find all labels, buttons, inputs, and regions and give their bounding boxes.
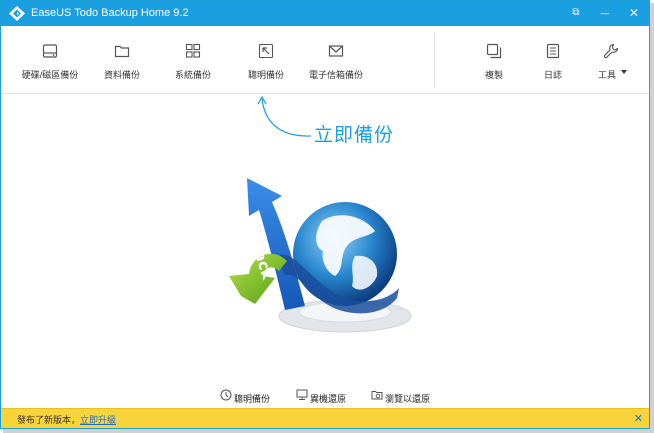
hard-drive-icon	[42, 44, 58, 58]
notification-close-icon[interactable]: ✕	[634, 412, 643, 425]
window-title: EaseUS Todo Backup Home 9.2	[31, 7, 189, 19]
clone-label: 複製	[484, 70, 503, 80]
app-logo-icon	[9, 6, 25, 21]
system-backup-label: 系統備份	[174, 70, 211, 80]
email-backup-label: 電子信箱備份	[308, 70, 363, 80]
file-backup-button[interactable]: 資料備份	[99, 26, 145, 94]
backup-globe-illustration: Back	[229, 178, 412, 333]
restore-machine-icon	[296, 389, 308, 400]
toolbar-divider	[434, 32, 435, 88]
clone-button[interactable]: 複製	[479, 26, 509, 94]
system-backup-button[interactable]: 系統備份	[169, 26, 217, 94]
hint-curved-arrow-icon	[257, 95, 312, 137]
disk-partition-backup-button[interactable]: 硬碟/磁區備份	[19, 26, 81, 94]
update-message: 發布了新版本，立即升級	[17, 413, 116, 426]
update-message-text: 發布了新版本，	[17, 415, 81, 425]
log-icon	[546, 43, 560, 59]
chevron-down-icon	[621, 70, 627, 74]
clone-icon	[486, 43, 502, 59]
folder-icon	[114, 45, 130, 58]
windows-grid-icon	[185, 43, 201, 58]
file-backup-label: 資料備份	[103, 70, 140, 80]
browse-to-restore-link-label: 瀏覽以還原	[385, 394, 431, 404]
envelope-icon	[328, 45, 344, 57]
tools-label: 工具	[597, 70, 616, 80]
upgrade-now-link[interactable]: 立即升級	[80, 415, 116, 425]
email-backup-button[interactable]: 電子信箱備份	[307, 26, 365, 94]
smart-backup-button[interactable]: 聰明備份	[243, 26, 289, 94]
browse-to-restore-link[interactable]: 瀏覽以還原	[371, 389, 435, 405]
smart-arrow-icon	[258, 43, 274, 59]
browse-restore-icon	[371, 391, 383, 400]
update-notification-bar: 發布了新版本，立即升級 ✕	[1, 408, 649, 428]
smart-backup-icon	[220, 389, 232, 401]
close-icon[interactable]: ✕	[626, 5, 642, 21]
wrench-icon	[603, 43, 619, 59]
smart-backup-label: 聰明備份	[247, 70, 284, 80]
log-button[interactable]: 日誌	[538, 26, 568, 94]
disk-partition-backup-label: 硬碟/磁區備份	[21, 70, 79, 80]
minimize-icon[interactable]: —	[597, 5, 613, 21]
universal-restore-link[interactable]: 異機還原	[296, 389, 352, 405]
title-bar[interactable]: EaseUS Todo Backup Home 9.2 ⧉ — ✕	[1, 1, 649, 26]
main-toolbar: 硬碟/磁區備份 資料備份 系統備份 聰明備份 電子信箱備份 複製 日誌 工具	[1, 26, 649, 94]
log-label: 日誌	[543, 70, 562, 80]
restore-window-icon[interactable]: ⧉	[568, 5, 584, 21]
universal-restore-link-label: 異機還原	[310, 394, 347, 404]
app-window: EaseUS Todo Backup Home 9.2 ⧉ — ✕ 硬碟/磁區備…	[0, 0, 650, 429]
smart-backup-link[interactable]: 聰明備份	[220, 389, 276, 405]
backup-now-hint: 立即備份	[314, 125, 395, 146]
smart-backup-link-label: 聰明備份	[234, 394, 271, 404]
tools-menu-button[interactable]: 工具	[596, 26, 630, 94]
